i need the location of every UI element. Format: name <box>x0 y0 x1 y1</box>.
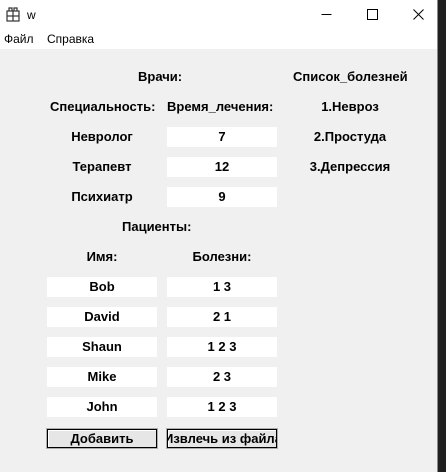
patient-name-field[interactable]: David <box>47 307 157 327</box>
disease-item: 1.Невроз <box>321 99 379 114</box>
doctor-specialty-label: Невролог <box>71 129 133 144</box>
patients-header: Пациенты: <box>122 219 192 234</box>
patient-diseases-field[interactable]: 2 3 <box>167 367 277 387</box>
minimize-button[interactable] <box>303 0 349 29</box>
specialty-column-header: Специальность: <box>50 99 156 114</box>
disease-item: 3.Депрессия <box>309 159 391 174</box>
patient-name-field[interactable]: Mike <box>47 367 157 387</box>
load-from-file-button[interactable]: Извлечь из файла <box>166 428 278 449</box>
app-icon <box>6 6 20 22</box>
patient-diseases-field[interactable]: 1 3 <box>167 277 277 297</box>
menu-file[interactable]: Файл <box>4 32 34 46</box>
title-bar: w <box>0 0 437 29</box>
patient-diseases-field[interactable]: 2 1 <box>167 307 277 327</box>
patient-diseases-field[interactable]: 1 2 3 <box>167 337 277 357</box>
treatment-time-field[interactable]: 12 <box>167 157 277 177</box>
disease-item: 2.Простуда <box>313 129 387 144</box>
patient-name-field[interactable]: Bob <box>47 277 157 297</box>
add-button[interactable]: Добавить <box>46 428 158 449</box>
patient-name-field[interactable]: Shaun <box>47 337 157 357</box>
patient-name-column-header: Имя: <box>86 249 118 264</box>
close-button[interactable] <box>395 0 441 29</box>
patient-diseases-field[interactable]: 1 2 3 <box>167 397 277 417</box>
doctor-specialty-label: Терапевт <box>72 159 132 174</box>
treatment-time-field[interactable]: 7 <box>167 127 277 147</box>
diseases-list-header: Список_болезней <box>293 69 408 84</box>
app-window: w Файл Справка Врачи: Специальность: Вре… <box>0 0 438 472</box>
menu-help[interactable]: Справка <box>47 32 94 46</box>
minimize-icon <box>321 14 331 15</box>
maximize-button[interactable] <box>349 0 395 29</box>
close-icon <box>412 9 424 20</box>
doctors-header: Врачи: <box>138 69 183 84</box>
window-title: w <box>27 8 36 22</box>
doctor-specialty-label: Психиатр <box>71 189 133 204</box>
menu-bar: Файл Справка <box>0 29 437 49</box>
patient-diseases-column-header: Болезни: <box>192 249 252 264</box>
treatment-time-column-header: Время_лечения: <box>167 99 274 114</box>
treatment-time-field[interactable]: 9 <box>167 187 277 207</box>
background-window-strip <box>438 0 446 472</box>
maximize-icon <box>366 9 378 20</box>
patient-name-field[interactable]: John <box>47 397 157 417</box>
